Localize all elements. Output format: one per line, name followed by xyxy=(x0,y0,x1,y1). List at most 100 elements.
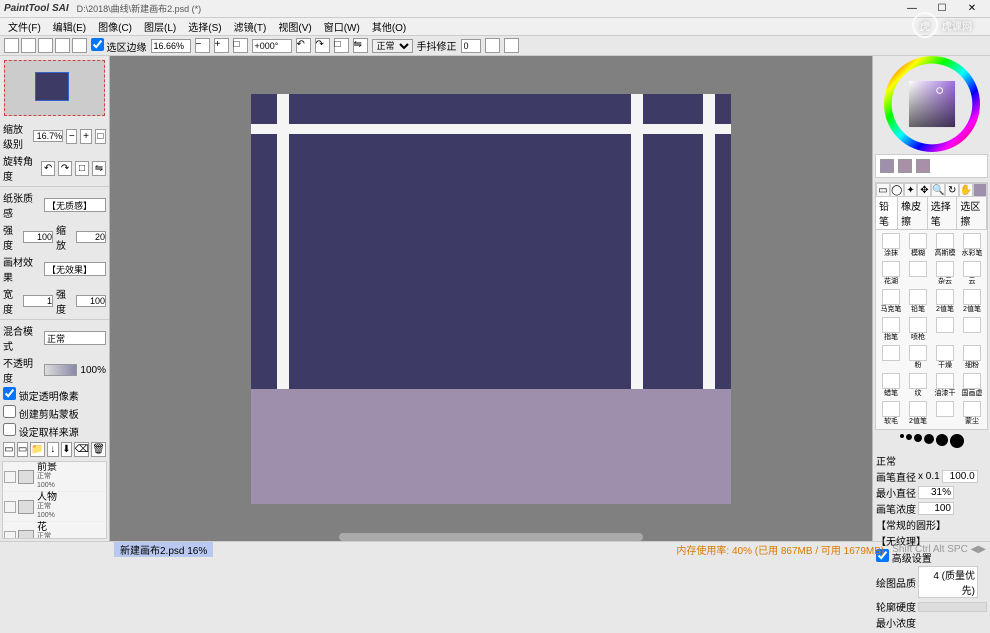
angle-input[interactable] xyxy=(252,39,292,53)
zoom-out-icon[interactable]: − xyxy=(66,129,77,144)
rot-cw-icon[interactable]: ↷ xyxy=(58,161,72,176)
brush-preset[interactable] xyxy=(905,260,931,287)
menu-filter[interactable]: 滤镜(T) xyxy=(230,19,271,34)
brush-preset[interactable]: 马克笔 xyxy=(878,288,904,315)
tool-zoom[interactable]: 🔍 xyxy=(931,183,945,197)
lock-alpha-checkbox[interactable]: 锁定透明像素 xyxy=(3,387,79,403)
quality-input[interactable]: 4 (质量优先) xyxy=(918,566,978,598)
sel-edge-checkbox[interactable]: 选区边缘 xyxy=(91,38,147,54)
width-input[interactable] xyxy=(23,295,53,307)
tab-eraser[interactable]: 橡皮擦 xyxy=(898,197,928,229)
paper-dropdown[interactable]: 【无质感】 xyxy=(44,198,106,212)
stabilizer-input[interactable] xyxy=(461,39,481,53)
zoom-reset-icon[interactable]: □ xyxy=(95,129,106,144)
canvas-area[interactable] xyxy=(110,56,872,541)
brush-preset[interactable]: 2值笔 xyxy=(932,288,958,315)
brush-preset[interactable]: 粉 xyxy=(905,344,931,371)
layer-folder[interactable]: 花 正常 100% xyxy=(3,522,106,539)
brush-preset[interactable]: 蜡笔 xyxy=(878,372,904,399)
brush-preset[interactable]: 铅笔 xyxy=(905,288,931,315)
brush-preset[interactable]: 纹 xyxy=(905,372,931,399)
tool-lasso[interactable]: ◯ xyxy=(890,183,904,197)
tool-cell[interactable] xyxy=(38,38,53,53)
tool-cell[interactable] xyxy=(485,38,500,53)
wstr-input[interactable] xyxy=(76,295,106,307)
rot-reset-icon[interactable]: □ xyxy=(75,161,89,176)
tool-cell[interactable] xyxy=(21,38,36,53)
clip-mask-checkbox[interactable]: 创建剪贴蒙板 xyxy=(3,405,79,421)
tab-pencil[interactable]: 铅笔 xyxy=(876,197,898,229)
brush-preset[interactable]: 花湖 xyxy=(878,260,904,287)
zoom-out-button[interactable]: − xyxy=(195,38,210,53)
flip-button[interactable]: ⇋ xyxy=(353,38,368,53)
brush-min-input[interactable]: 31% xyxy=(918,486,954,499)
brush-preset[interactable] xyxy=(932,400,958,427)
new-folder-button[interactable]: 📁 xyxy=(30,442,44,457)
edge-slider[interactable] xyxy=(918,602,987,612)
menu-file[interactable]: 文件(F) xyxy=(4,19,45,34)
swatch[interactable] xyxy=(898,159,912,173)
swatch[interactable] xyxy=(916,159,930,173)
sample-src-checkbox[interactable]: 设定取样来源 xyxy=(3,423,79,439)
brush-preset[interactable]: 杂云 xyxy=(932,260,958,287)
effect-dropdown[interactable]: 【无效果】 xyxy=(44,262,106,276)
flip-icon[interactable]: ⇋ xyxy=(92,161,106,176)
brush-preset[interactable]: 喷枪 xyxy=(905,316,931,343)
zoom-input[interactable] xyxy=(151,39,191,53)
rotate-cw-button[interactable]: ↷ xyxy=(315,38,330,53)
navigator[interactable] xyxy=(4,60,105,116)
swatch[interactable] xyxy=(880,159,894,173)
tool-wand[interactable]: ✦ xyxy=(904,183,918,197)
zoom-reset-button[interactable]: □ xyxy=(233,38,248,53)
blend-dropdown[interactable]: 正常 xyxy=(44,331,106,345)
brush-preset[interactable]: 指笔 xyxy=(878,316,904,343)
rot-ccw-icon[interactable]: ↶ xyxy=(41,161,55,176)
strength-input[interactable] xyxy=(23,231,53,243)
new-layer-button[interactable]: ▭ xyxy=(3,442,15,457)
blend-mode-select[interactable]: 正常 xyxy=(372,39,413,53)
clear-button[interactable]: ⌫ xyxy=(74,442,89,457)
tool-hand[interactable]: ✋ xyxy=(959,183,973,197)
brush-preset[interactable]: 蒙尘 xyxy=(959,400,985,427)
document-tab[interactable]: 新建画布2.psd 16% xyxy=(114,542,213,557)
tool-cell[interactable] xyxy=(4,38,19,53)
brush-preset[interactable]: 水彩笔 xyxy=(959,232,985,259)
tool-cell[interactable] xyxy=(72,38,87,53)
rotate-ccw-button[interactable]: ↶ xyxy=(296,38,311,53)
zoom-in-icon[interactable]: + xyxy=(80,129,91,144)
tool-cell[interactable] xyxy=(55,38,70,53)
brush-preset[interactable]: 油漆干 xyxy=(932,372,958,399)
rotate-reset-button[interactable]: □ xyxy=(334,38,349,53)
brush-preset[interactable] xyxy=(878,344,904,371)
brush-density-input[interactable]: 100 xyxy=(918,502,954,515)
brush-preset[interactable]: 干燥 xyxy=(932,344,958,371)
menu-view[interactable]: 视图(V) xyxy=(274,19,315,34)
layer-folder[interactable]: 人物 正常 100% xyxy=(3,492,106,522)
brush-preset[interactable] xyxy=(959,316,985,343)
color-wheel[interactable] xyxy=(873,56,990,152)
menu-image[interactable]: 图像(C) xyxy=(94,19,136,34)
canvas[interactable] xyxy=(251,94,731,504)
brush-size-presets[interactable] xyxy=(873,432,990,450)
scrollbar-horizontal[interactable] xyxy=(339,533,644,541)
color-swatches[interactable] xyxy=(875,154,988,178)
brush-mode[interactable]: 正常 xyxy=(876,453,987,468)
visibility-toggle[interactable] xyxy=(4,471,16,483)
tab-selerase[interactable]: 选区擦 xyxy=(957,197,987,229)
brush-preset[interactable]: 细粉 xyxy=(959,344,985,371)
brush-shape-dropdown[interactable]: 【常规的圆形】 xyxy=(876,517,987,532)
tool-cell[interactable] xyxy=(504,38,519,53)
brush-preset[interactable]: 2值笔 xyxy=(905,400,931,427)
visibility-toggle[interactable] xyxy=(4,531,16,540)
merge-button[interactable]: ⬇ xyxy=(61,442,73,457)
scale-input[interactable] xyxy=(76,231,106,243)
brush-preset[interactable]: 涂抹 xyxy=(878,232,904,259)
opacity-slider[interactable] xyxy=(44,364,77,376)
layer-folder[interactable]: 前景 正常 100% xyxy=(3,462,106,492)
brush-preset[interactable]: 云 xyxy=(959,260,985,287)
delete-button[interactable]: 🗑 xyxy=(91,442,106,457)
transfer-button[interactable]: ↓ xyxy=(47,442,59,457)
tool-color[interactable] xyxy=(973,183,987,197)
brush-preset[interactable]: 2值笔 xyxy=(959,288,985,315)
nav-zoom-input[interactable] xyxy=(33,130,63,142)
